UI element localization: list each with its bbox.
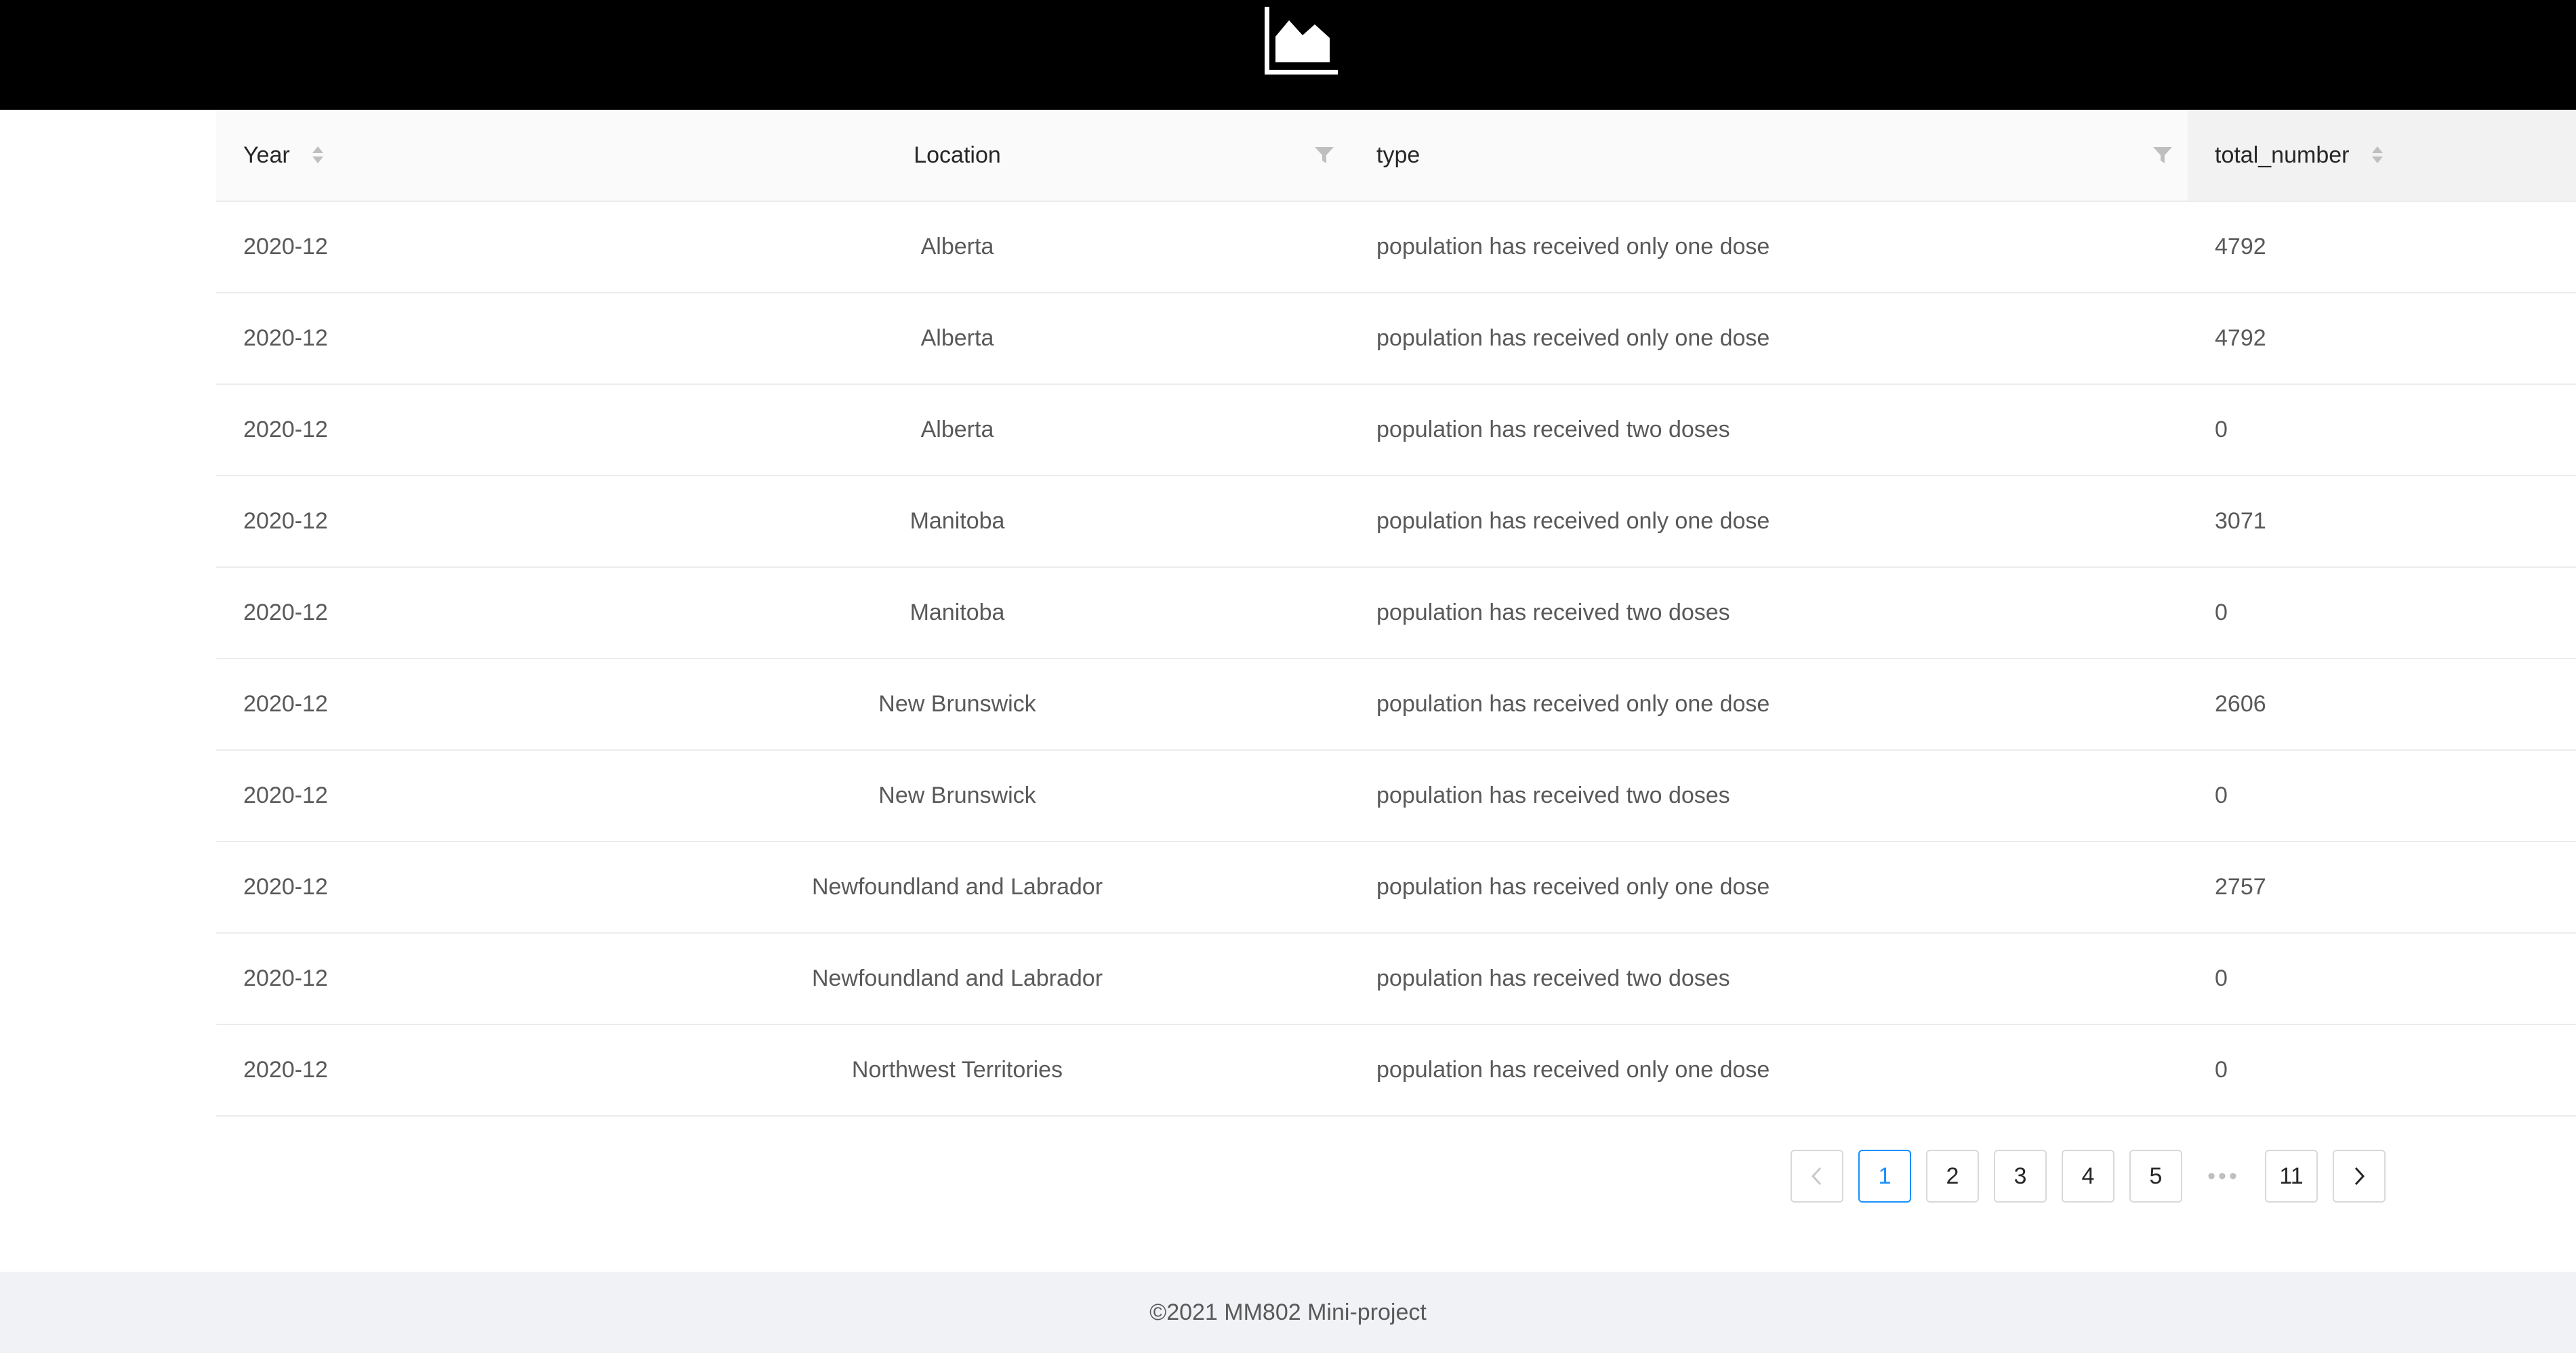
next-page-button[interactable] xyxy=(2333,1150,2386,1203)
page-button-last[interactable]: 11 xyxy=(2265,1150,2318,1203)
cell-location: Northwest Territories xyxy=(565,1024,1349,1117)
table-row: 2020-12 Alberta population has received … xyxy=(216,201,2576,293)
table-row: 2020-12 Manitoba population has received… xyxy=(216,567,2576,659)
column-header-location: Location xyxy=(565,110,1349,202)
page-button-1[interactable]: 1 xyxy=(1858,1150,1911,1203)
table-row: 2020-12 New Brunswick population has rec… xyxy=(216,750,2576,842)
app-header xyxy=(0,0,2576,110)
cell-total-number: 0 xyxy=(2188,567,2576,659)
cell-total-number: 2606 xyxy=(2188,659,2576,751)
area-chart-icon[interactable] xyxy=(1265,7,1338,75)
cell-location: New Brunswick xyxy=(565,750,1349,842)
cell-total-number: 0 xyxy=(2188,384,2576,476)
table-row: 2020-12 Newfoundland and Labrador popula… xyxy=(216,841,2576,934)
cell-year: 2020-12 xyxy=(216,659,565,751)
cell-type: population has received only one dose xyxy=(1349,1024,2188,1117)
column-label-year: Year xyxy=(243,142,290,169)
cell-location: New Brunswick xyxy=(565,659,1349,751)
cell-type: population has received only one dose xyxy=(1349,841,2188,934)
cell-type: population has received only one dose xyxy=(1349,659,2188,751)
table-row: 2020-12 Newfoundland and Labrador popula… xyxy=(216,933,2576,1025)
page-button-3[interactable]: 3 xyxy=(1994,1150,2047,1203)
cell-location: Manitoba xyxy=(565,476,1349,568)
pagination: 1 2 3 4 5 ••• 11 xyxy=(1791,1150,2386,1203)
filter-icon[interactable] xyxy=(2152,146,2173,165)
cell-year: 2020-12 xyxy=(216,476,565,568)
cell-total-number: 4792 xyxy=(2188,201,2576,293)
column-label-total-number: total_number xyxy=(2215,142,2350,169)
sort-icon[interactable] xyxy=(2371,144,2384,167)
cell-total-number: 0 xyxy=(2188,933,2576,1025)
cell-year: 2020-12 xyxy=(216,750,565,842)
cell-type: population has received two doses xyxy=(1349,567,2188,659)
table-row: 2020-12 New Brunswick population has rec… xyxy=(216,659,2576,751)
prev-page-button[interactable] xyxy=(1791,1150,1843,1203)
cell-year: 2020-12 xyxy=(216,293,565,385)
chevron-right-icon xyxy=(2354,1167,2365,1186)
cell-location: Manitoba xyxy=(565,567,1349,659)
cell-location: Alberta xyxy=(565,384,1349,476)
footer: ©2021 MM802 Mini-project xyxy=(0,1272,2576,1353)
page-button-4[interactable]: 4 xyxy=(2062,1150,2114,1203)
table-row: 2020-12 Manitoba population has received… xyxy=(216,476,2576,568)
cell-total-number: 4792 xyxy=(2188,293,2576,385)
cell-location: Alberta xyxy=(565,293,1349,385)
cell-total-number: 3071 xyxy=(2188,476,2576,568)
filter-icon[interactable] xyxy=(1314,146,1334,165)
cell-year: 2020-12 xyxy=(216,841,565,934)
jump-next-ellipsis[interactable]: ••• xyxy=(2197,1150,2250,1203)
table-header-row: Year Location type total_number xyxy=(216,110,2576,202)
cell-type: population has received only one dose xyxy=(1349,476,2188,568)
column-header-year[interactable]: Year xyxy=(216,110,565,202)
page-button-2[interactable]: 2 xyxy=(1926,1150,1979,1203)
cell-type: population has received only one dose xyxy=(1349,293,2188,385)
column-header-type: type xyxy=(1349,110,2188,202)
table-row: 2020-12 Alberta population has received … xyxy=(216,384,2576,476)
cell-location: Newfoundland and Labrador xyxy=(565,841,1349,934)
cell-year: 2020-12 xyxy=(216,933,565,1025)
cell-year: 2020-12 xyxy=(216,567,565,659)
cell-year: 2020-12 xyxy=(216,384,565,476)
chevron-left-icon xyxy=(1811,1167,1822,1186)
cell-year: 2020-12 xyxy=(216,1024,565,1117)
cell-type: population has received only one dose xyxy=(1349,201,2188,293)
cell-total-number: 0 xyxy=(2188,1024,2576,1117)
cell-type: population has received two doses xyxy=(1349,933,2188,1025)
data-table: Year Location type total_number 2020-12 … xyxy=(216,110,2576,1117)
column-label-type: type xyxy=(1376,142,1420,169)
cell-location: Alberta xyxy=(565,201,1349,293)
cell-location: Newfoundland and Labrador xyxy=(565,933,1349,1025)
cell-total-number: 0 xyxy=(2188,750,2576,842)
table-row: 2020-12 Northwest Territories population… xyxy=(216,1024,2576,1117)
cell-total-number: 2757 xyxy=(2188,841,2576,934)
footer-copyright: ©2021 MM802 Mini-project xyxy=(1149,1299,1427,1325)
sort-icon[interactable] xyxy=(311,144,325,167)
column-header-total-number[interactable]: total_number xyxy=(2188,110,2576,202)
cell-type: population has received two doses xyxy=(1349,750,2188,842)
cell-year: 2020-12 xyxy=(216,201,565,293)
table-row: 2020-12 Alberta population has received … xyxy=(216,293,2576,385)
cell-type: population has received two doses xyxy=(1349,384,2188,476)
column-label-location: Location xyxy=(914,142,1001,169)
page-button-5[interactable]: 5 xyxy=(2129,1150,2182,1203)
